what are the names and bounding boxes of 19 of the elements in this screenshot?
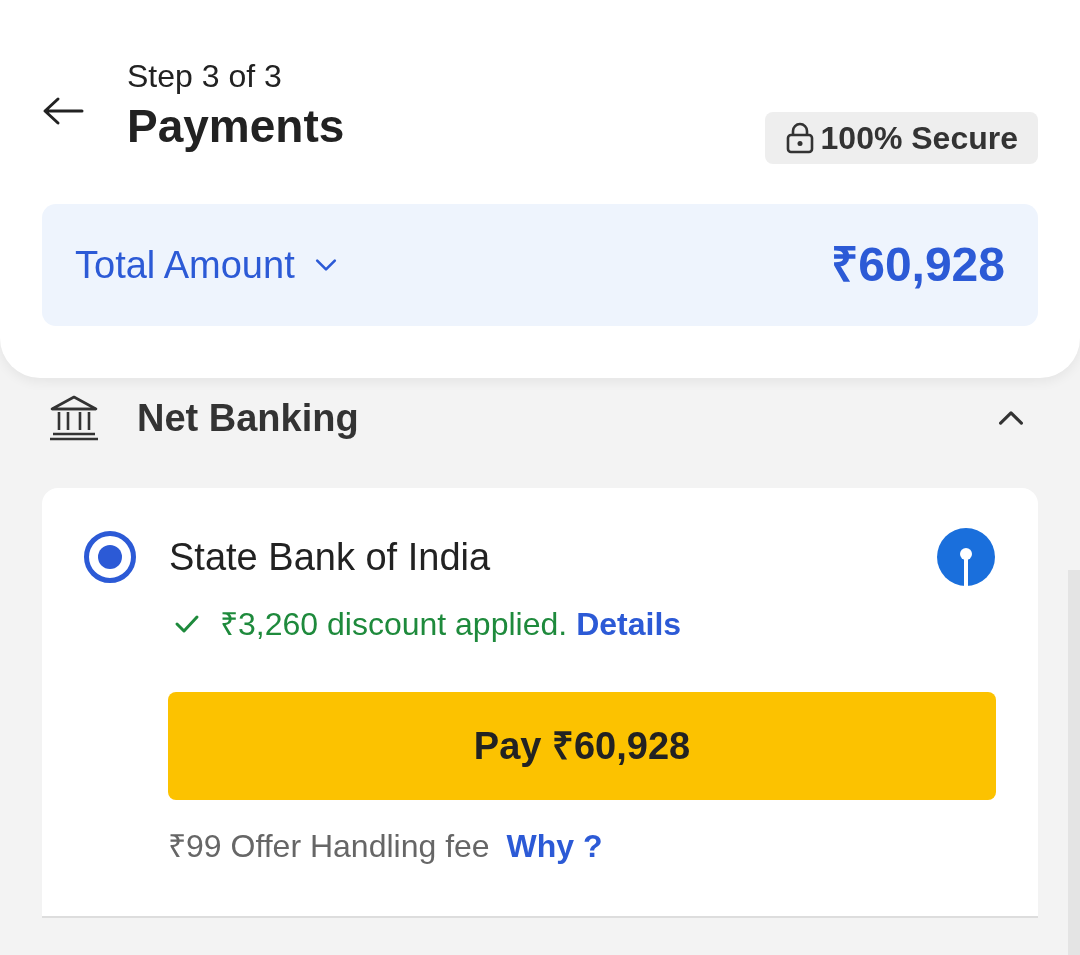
discount-text: ₹3,260 discount applied.: [220, 605, 568, 644]
lock-icon: [784, 122, 815, 154]
bank-logo-icon: [937, 528, 995, 586]
step-indicator: Step 3 of 3: [127, 57, 283, 96]
secure-badge: 100% Secure: [764, 112, 1038, 164]
radio-button[interactable]: [84, 531, 136, 583]
check-icon: [174, 614, 200, 634]
section-title: Net Banking: [137, 395, 359, 441]
fee-text: ₹99 Offer Handling fee: [168, 827, 490, 866]
bank-icon: [48, 394, 100, 442]
why-link[interactable]: Why ?: [506, 822, 603, 870]
page-title: Payments: [127, 99, 345, 154]
back-arrow-icon[interactable]: [42, 96, 84, 126]
total-amount-toggle[interactable]: Total Amount: [75, 236, 341, 294]
details-link[interactable]: Details: [576, 600, 682, 648]
pay-button[interactable]: Pay ₹60,928: [168, 692, 996, 800]
net-banking-header[interactable]: Net Banking: [0, 378, 1080, 458]
total-amount: ₹60,928: [831, 237, 1005, 293]
bank-name: State Bank of India: [169, 534, 491, 580]
